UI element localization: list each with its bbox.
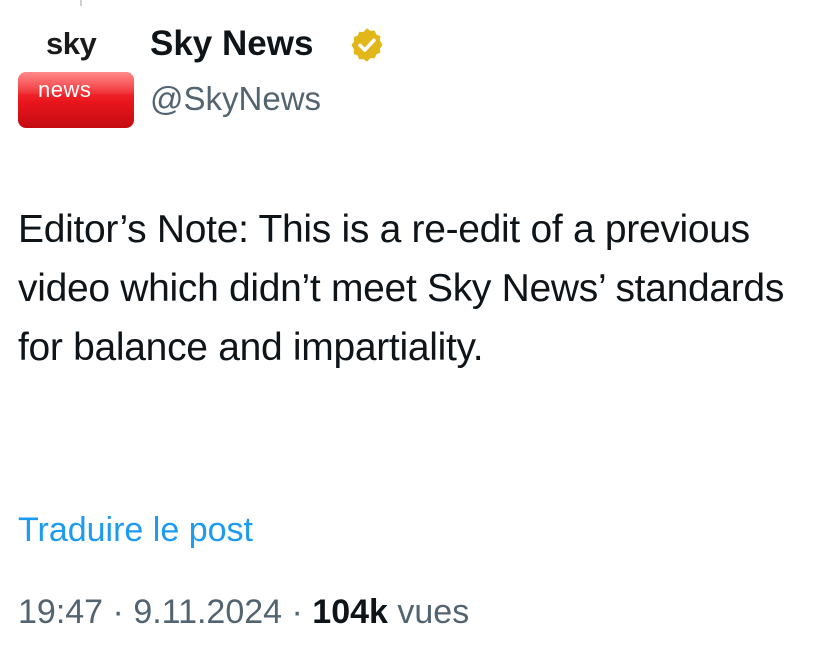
views-count: 104k (312, 593, 388, 631)
post-date[interactable]: 9.11.2024 (133, 593, 282, 631)
views-label: vues (397, 593, 470, 631)
verified-badge-icon[interactable] (348, 26, 386, 64)
meta-separator: · (291, 593, 303, 631)
display-name[interactable]: Sky News (150, 22, 313, 66)
post-metadata: 19:47 · 9.11.2024 · 104k vues (18, 590, 469, 634)
avatar-news-text: news (38, 77, 92, 102)
translate-post-link[interactable]: Traduire le post (18, 508, 253, 552)
user-handle[interactable]: @SkyNews (150, 78, 321, 120)
post-time[interactable]: 19:47 (18, 593, 103, 631)
post-text: Editor’s Note: This is a re-edit of a pr… (18, 208, 785, 369)
divider-mark (80, 0, 82, 6)
avatar[interactable]: sky news (18, 26, 134, 128)
meta-separator: · (112, 593, 124, 631)
avatar-news-badge: news (18, 72, 134, 128)
avatar-sky-text: sky (46, 26, 97, 61)
